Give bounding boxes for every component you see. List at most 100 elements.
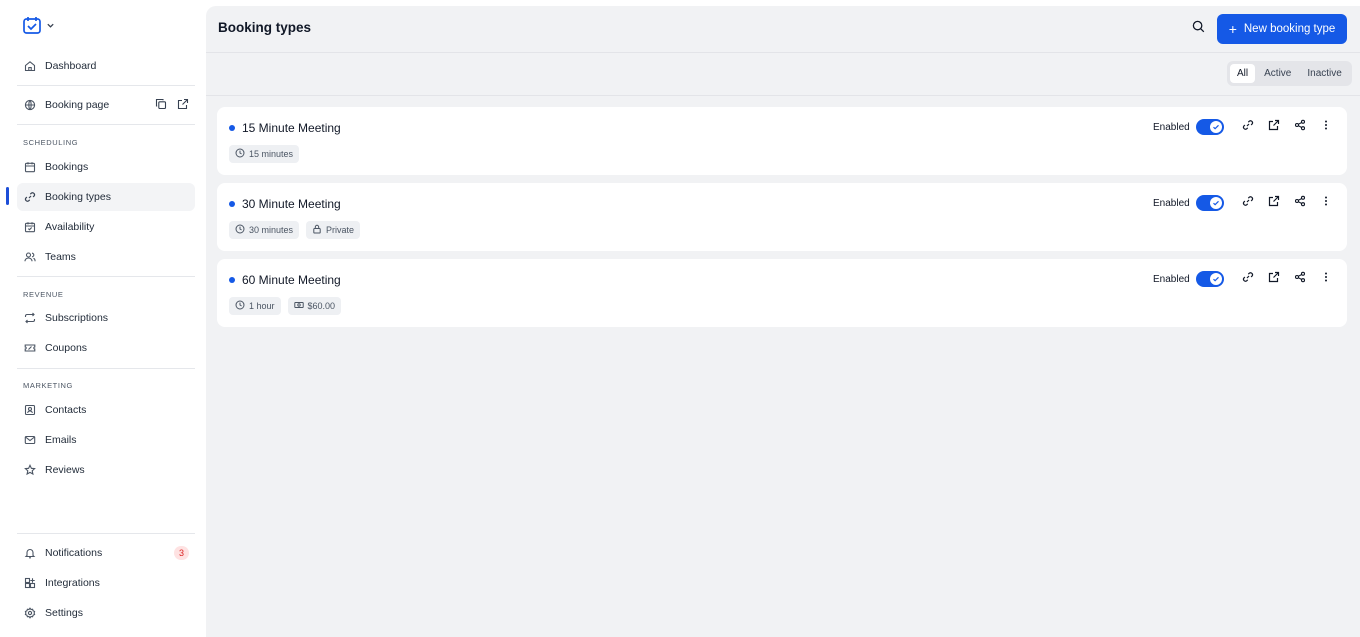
globe-icon [24,99,36,111]
open-external-button[interactable] [1267,270,1281,288]
card-actions: Enabled [1153,118,1345,136]
booking-type-meta: 15 minutes [229,145,300,163]
status-dot [229,277,235,283]
status-dot [229,201,235,207]
sidebar-item-label: Subscriptions [45,312,109,324]
booking-page-actions [155,91,195,119]
filter-all[interactable]: All [1230,64,1256,83]
more-vertical-icon [1320,118,1332,136]
booking-type-name[interactable]: 60 Minute Meeting [242,273,341,287]
section-label-scheduling: SCHEDULING [23,138,79,147]
sidebar-item-integrations[interactable]: Integrations [17,569,195,597]
section-label-marketing: MARKETING [23,381,73,390]
chip-label: 15 minutes [249,149,294,159]
sidebar-item-label: Contacts [45,404,87,416]
notification-count-badge: 3 [174,546,189,560]
divider [17,276,195,277]
booking-type-card[interactable]: 60 Minute Meeting 1 hour $60.00 Enabled [217,259,1347,327]
search-button[interactable] [1189,20,1207,38]
booking-type-card[interactable]: 15 Minute Meeting 15 minutes Enabled [217,107,1347,175]
more-options-button[interactable] [1319,272,1333,286]
filter-bar: All Active Inactive [206,53,1360,96]
mail-icon [24,434,36,446]
duration-chip: 15 minutes [229,145,300,163]
enabled-toggle[interactable] [1195,119,1224,135]
external-link-icon [1268,270,1280,288]
filter-active[interactable]: Active [1257,64,1298,83]
divider [17,533,195,534]
card-actions: Enabled [1153,270,1345,288]
filter-inactive[interactable]: Inactive [1300,64,1348,83]
sidebar-item-label: Coupons [45,342,88,354]
calendar-check-icon [24,221,36,233]
enabled-label: Enabled [1153,121,1190,133]
active-indicator [6,187,9,205]
more-options-button[interactable] [1319,120,1333,134]
sidebar-item-booking-page[interactable]: Booking page [17,91,195,119]
sidebar-item-bookings[interactable]: Bookings [17,153,195,181]
duration-chip: 1 hour [229,297,281,315]
sidebar-item-label: Booking types [45,191,111,203]
sidebar-item-booking-types[interactable]: Booking types [17,183,195,211]
new-booking-type-label: New booking type [1243,23,1336,35]
more-vertical-icon [1320,270,1332,288]
status-dot [229,125,235,131]
sidebar-item-availability[interactable]: Availability [17,213,195,241]
divider [17,85,195,86]
copy-link-button[interactable] [1241,196,1255,210]
card-actions: Enabled [1153,194,1345,212]
sidebar-item-coupons[interactable]: Coupons [17,334,195,362]
sidebar-item-emails[interactable]: Emails [17,426,195,454]
external-link-icon[interactable] [177,98,189,113]
copy-icon[interactable] [155,98,167,113]
share-button[interactable] [1293,195,1307,210]
enabled-toggle[interactable] [1195,271,1224,287]
section-label-revenue: REVENUE [23,290,64,299]
visibility-chip: Private [306,221,361,239]
page-header: Booking types + New booking type [206,6,1360,53]
price-chip: $60.00 [287,297,342,315]
sidebar-item-label: Bookings [45,161,89,173]
booking-type-card[interactable]: 30 Minute Meeting 30 minutes Private Ena… [217,183,1347,251]
enabled-toggle[interactable] [1195,195,1224,211]
sidebar-item-notifications[interactable]: Notifications 3 [17,539,195,567]
divider [17,124,195,125]
chip-label: 30 minutes [249,225,294,235]
sidebar-item-dashboard[interactable]: Dashboard [17,52,195,80]
search-icon [1192,20,1205,38]
booking-type-meta: 1 hour $60.00 [229,297,342,315]
sidebar-item-label: Availability [45,221,95,233]
copy-link-button[interactable] [1241,272,1255,286]
open-external-button[interactable] [1267,118,1281,136]
clock-icon [235,300,245,312]
chevron-down-icon [46,21,55,30]
app-root: Dashboard Booking page SCHEDULING Bookin… [0,0,1360,637]
repeat-icon [24,312,36,324]
calendar-icon [24,161,36,173]
plus-icon: + [1228,21,1237,37]
share-button[interactable] [1293,119,1307,134]
sidebar-item-teams[interactable]: Teams [17,243,195,271]
money-icon [293,300,304,312]
page-title: Booking types [218,20,312,35]
booking-type-name[interactable]: 30 Minute Meeting [242,197,341,211]
star-icon [24,464,36,476]
link-icon [1242,270,1254,288]
sidebar-item-label: Reviews [45,464,85,476]
sidebar-item-contacts[interactable]: Contacts [17,396,195,424]
more-options-button[interactable] [1319,196,1333,210]
external-link-icon [1268,118,1280,136]
workspace-switcher[interactable] [22,15,55,35]
new-booking-type-button[interactable]: + New booking type [1217,14,1347,44]
copy-link-button[interactable] [1241,120,1255,134]
sidebar-item-reviews[interactable]: Reviews [17,456,195,484]
check-icon [1209,273,1222,285]
booking-type-name[interactable]: 15 Minute Meeting [242,121,341,135]
logo-icon [22,15,42,35]
open-external-button[interactable] [1267,195,1281,210]
contact-icon [24,404,36,416]
gear-icon [24,607,36,619]
sidebar-item-subscriptions[interactable]: Subscriptions [17,304,195,332]
sidebar-item-settings[interactable]: Settings [17,599,195,627]
share-button[interactable] [1293,271,1307,286]
